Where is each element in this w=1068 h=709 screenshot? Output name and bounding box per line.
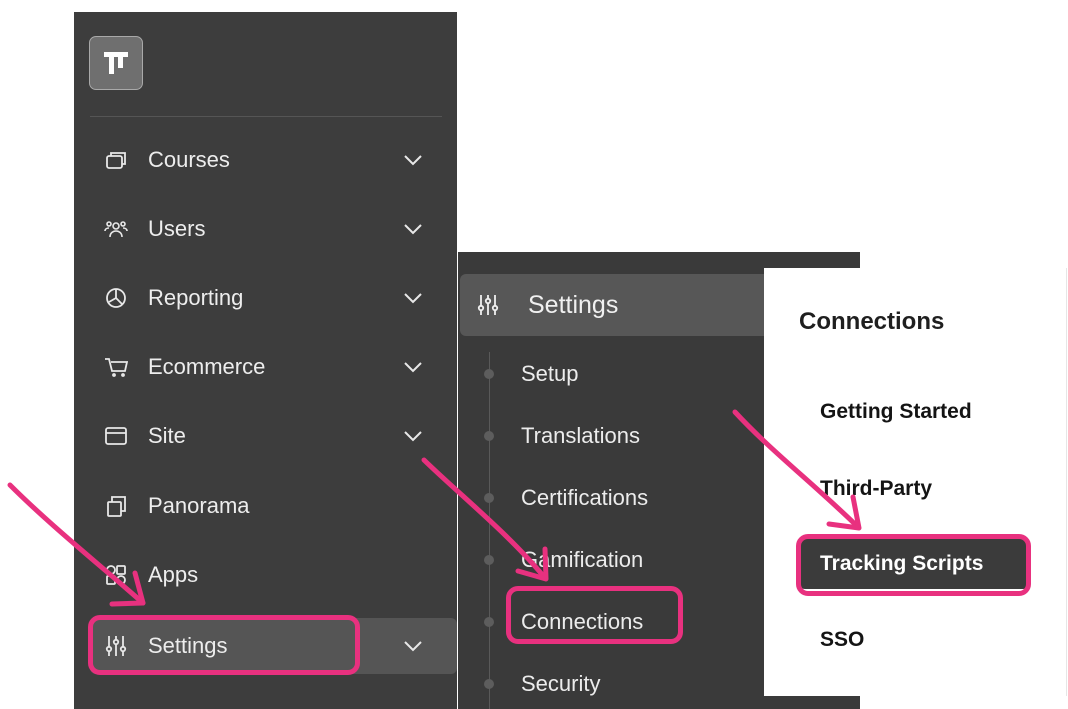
sidebar-item-apps[interactable]: Apps — [90, 547, 442, 603]
sidebar-item-panorama[interactable]: Panorama — [90, 478, 442, 534]
courses-icon — [106, 152, 126, 169]
sidebar-item-users[interactable]: Users — [90, 201, 442, 257]
connections-item-label: SSO — [820, 628, 865, 651]
connections-item-sso[interactable]: SSO — [798, 615, 1030, 665]
bullet-dot — [484, 431, 494, 441]
submenu-item-translations[interactable]: Translations — [484, 414, 788, 458]
connections-item-label: Third-Party — [820, 477, 933, 500]
chevron-down-icon[interactable] — [402, 358, 424, 376]
connections-item-getting-started[interactable]: Getting Started — [798, 387, 1030, 437]
sidebar-item-label: Ecommerce — [148, 354, 266, 379]
reporting-icon — [106, 288, 126, 308]
sidebar-item-settings[interactable]: Settings — [90, 618, 457, 674]
main-sidebar: Courses Users Reporting Ecommerce Site P… — [74, 12, 457, 709]
submenu-item-setup[interactable]: Setup — [484, 352, 788, 396]
bullet-dot — [484, 369, 494, 379]
sidebar-item-label: Reporting — [148, 285, 244, 310]
connections-item-label: Getting Started — [820, 400, 972, 423]
submenu-item-gamification[interactable]: Gamification — [484, 538, 788, 582]
connections-item-third-party[interactable]: Third-Party — [798, 464, 1030, 514]
chevron-down-icon[interactable] — [402, 637, 424, 655]
chevron-down-icon[interactable] — [402, 427, 424, 445]
submenu-item-label: Setup — [521, 361, 579, 386]
sidebar-item-reporting[interactable]: Reporting — [90, 270, 442, 326]
submenu-item-security[interactable]: Security — [484, 662, 788, 706]
site-icon — [105, 427, 127, 445]
bullet-dot — [484, 617, 494, 627]
logo-icon — [104, 52, 128, 74]
panorama-icon — [107, 496, 126, 517]
users-icon — [104, 221, 128, 238]
bullet-dot — [484, 555, 494, 565]
sidebar-divider — [90, 116, 442, 117]
bullet-dot — [484, 493, 494, 503]
sidebar-item-courses[interactable]: Courses — [90, 132, 442, 188]
chevron-down-icon[interactable] — [402, 151, 424, 169]
submenu-item-label: Connections — [521, 609, 644, 634]
submenu-item-label: Translations — [521, 423, 641, 448]
sliders-icon — [477, 295, 499, 315]
submenu-item-label: Certifications — [521, 485, 649, 510]
connections-title: Connections — [799, 308, 945, 335]
settings-submenu-title: Settings — [528, 291, 619, 319]
bullet-dot — [484, 679, 494, 689]
apps-icon — [106, 565, 126, 585]
connections-panel: Connections Getting Started Third-Party … — [764, 268, 1060, 696]
submenu-item-certifications[interactable]: Certifications — [484, 476, 788, 520]
submenu-item-label: Security — [521, 671, 601, 696]
sidebar-item-ecommerce[interactable]: Ecommerce — [90, 339, 442, 395]
sidebar-item-label: Site — [148, 423, 186, 448]
cart-icon — [105, 358, 128, 377]
sliders-icon — [105, 636, 127, 656]
chevron-down-icon[interactable] — [402, 220, 424, 238]
sidebar-item-site[interactable]: Site — [90, 408, 442, 464]
sidebar-item-label: Panorama — [148, 493, 250, 518]
sidebar-item-label: Courses — [148, 147, 230, 172]
connections-item-tracking-scripts[interactable]: Tracking Scripts — [798, 539, 1030, 589]
connections-item-label: Tracking Scripts — [820, 552, 984, 575]
submenu-item-connections[interactable]: Connections — [484, 600, 788, 644]
submenu-tree-line — [489, 352, 490, 709]
sidebar-item-label: Users — [148, 216, 206, 241]
chevron-down-icon[interactable] — [402, 289, 424, 307]
connections-panel-border — [1066, 268, 1067, 696]
sidebar-item-label: Settings — [148, 633, 228, 658]
sidebar-item-label: Apps — [148, 562, 199, 587]
app-logo[interactable] — [89, 36, 143, 90]
settings-submenu-header[interactable]: Settings — [460, 274, 780, 336]
submenu-item-label: Gamification — [521, 547, 644, 572]
